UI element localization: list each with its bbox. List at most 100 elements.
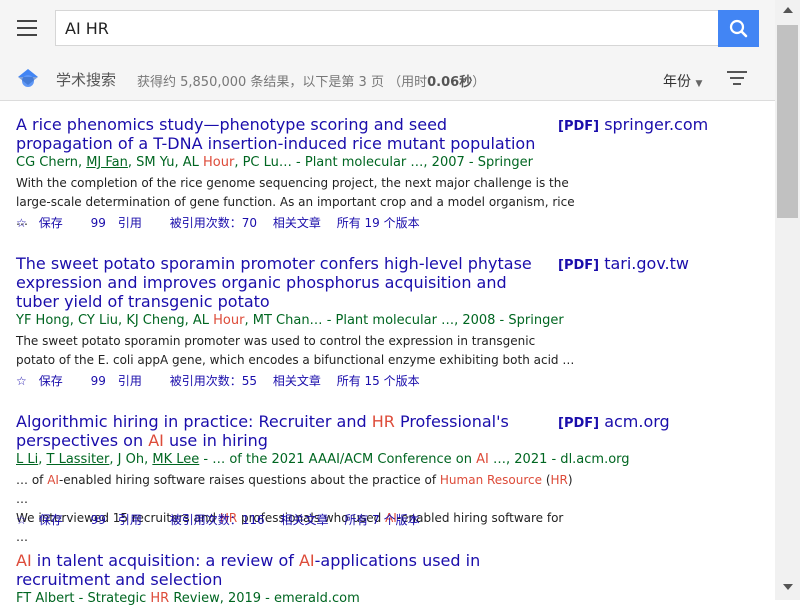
- snippet-line: potato of the E. coli appA gene, which e…: [16, 353, 575, 367]
- search-button[interactable]: [718, 10, 759, 47]
- all-versions-link[interactable]: 所有 19 个版本: [337, 216, 420, 230]
- time-open: （用时: [388, 75, 428, 90]
- scroll-up-arrow-icon[interactable]: [783, 7, 793, 13]
- related-articles-link[interactable]: 相关文章: [273, 374, 321, 388]
- cited-by-link[interactable]: 被引用次数：70: [170, 216, 257, 230]
- snippet-text: … of: [16, 473, 48, 487]
- snippet-line: … of AI-enabled hiring software raises q…: [16, 471, 576, 509]
- authors-text: ,: [38, 452, 47, 467]
- result-title-link[interactable]: AI in talent acquisition: a review of AI…: [16, 551, 548, 589]
- author-link[interactable]: MK Lee: [152, 452, 199, 467]
- title-highlight: AI: [148, 431, 164, 450]
- save-label: 保存: [38, 513, 63, 527]
- scholar-brand[interactable]: 学术搜索: [56, 69, 116, 90]
- snippet-highlight: AI: [47, 473, 59, 487]
- author-link[interactable]: T Lassiter: [47, 452, 110, 467]
- cite-link[interactable]: 99 引用: [91, 216, 154, 230]
- result-title-link[interactable]: The sweet potato sporamin promoter confe…: [16, 254, 548, 311]
- results-header: 学术搜索 获得约 5,850,000 条结果，以下是第 3 页 （用时0.06秒…: [0, 58, 775, 101]
- quote-icon: 99: [90, 216, 106, 230]
- stats-text: 获得约 5,850,000 条结果，以下是第 3 页: [137, 75, 384, 90]
- authors-text: YF Hong, CY Liu, KJ Cheng, AL: [16, 313, 214, 328]
- star-icon: ☆: [16, 513, 27, 527]
- title-highlight: AI: [16, 551, 32, 570]
- title-text: Algorithmic hiring in practice: Recruite…: [16, 412, 372, 431]
- result-authors: CG Chern, MJ Fan, SM Yu, AL Hour, PC Lu……: [16, 155, 533, 171]
- quote-icon: 99: [90, 374, 106, 388]
- result-authors: YF Hong, CY Liu, KJ Cheng, AL Hour, MT C…: [16, 313, 564, 329]
- title-text: use in hiring: [163, 431, 268, 450]
- snippet-line: The sweet potato sporamin promoter was u…: [16, 334, 536, 348]
- cite-link[interactable]: 99 引用: [91, 513, 154, 527]
- cite-link[interactable]: 99 引用: [91, 374, 154, 388]
- save-label: 保存: [38, 216, 63, 230]
- pdf-tag: [PDF]: [558, 258, 600, 273]
- snippet-highlight: HR: [550, 473, 568, 487]
- authors-text: - … of the 2021 AAAI/ACM Conference on: [199, 452, 477, 467]
- save-link[interactable]: ☆ 保存: [16, 513, 75, 527]
- scrollbar[interactable]: [775, 0, 800, 600]
- search-icon: [729, 19, 748, 38]
- top-bar: AI HR: [0, 0, 775, 58]
- authors-highlight: Hour: [213, 313, 245, 328]
- pdf-link[interactable]: [PDF] tari.gov.tw: [558, 254, 689, 275]
- result-authors: FT Albert - Strategic HR Review, 2019 - …: [16, 591, 360, 607]
- save-link[interactable]: ☆ 保存: [16, 374, 75, 388]
- cite-label: 引用: [117, 374, 142, 388]
- cited-by-link[interactable]: 被引用次数：116: [170, 513, 265, 527]
- related-articles-link[interactable]: 相关文章: [280, 513, 328, 527]
- star-icon: ☆: [16, 216, 27, 230]
- authors-text: FT Albert - Strategic: [16, 591, 151, 606]
- quote-icon: 99: [90, 513, 106, 527]
- authors-highlight: Hour: [203, 155, 235, 170]
- snippet-highlight: Human Resource: [439, 473, 543, 487]
- menu-icon[interactable]: [17, 20, 37, 36]
- time-value: 0.06秒: [427, 75, 473, 90]
- authors-highlight: HR: [150, 591, 170, 606]
- related-articles-link[interactable]: 相关文章: [273, 216, 321, 230]
- authors-text: , SM Yu, AL: [127, 155, 203, 170]
- authors-highlight: AI: [476, 452, 489, 467]
- title-highlight: HR: [371, 412, 395, 431]
- authors-text: , PC Lu… - Plant molecular …, 2007 - Spr…: [234, 155, 534, 170]
- title-highlight: AI: [298, 551, 315, 570]
- cite-label: 引用: [117, 513, 142, 527]
- result-snippet: The sweet potato sporamin promoter was u…: [16, 332, 576, 370]
- all-versions-link[interactable]: 所有 15 个版本: [337, 374, 420, 388]
- pdf-link[interactable]: [PDF] springer.com: [558, 115, 708, 136]
- result-actions: ☆ 保存 99 引用 被引用次数：116 相关文章 所有 7 个版本: [16, 512, 432, 528]
- pdf-tag: [PDF]: [558, 416, 600, 431]
- title-text: in talent acquisition: a review of: [31, 551, 299, 570]
- authors-text: Review, 2019 - emerald.com: [169, 591, 360, 606]
- cite-label: 引用: [117, 216, 142, 230]
- year-label: 年份: [663, 74, 691, 90]
- time-close: ）: [472, 75, 486, 90]
- result-actions: ☆ 保存 99 引用 被引用次数：70 相关文章 所有 19 个版本: [16, 215, 432, 231]
- pdf-source: springer.com: [604, 115, 709, 134]
- save-link[interactable]: ☆ 保存: [16, 216, 75, 230]
- scholar-logo-icon[interactable]: [17, 68, 39, 88]
- snippet-text: -enabled hiring software raises question…: [58, 473, 440, 487]
- authors-text: , J Oh,: [109, 452, 153, 467]
- pdf-source: tari.gov.tw: [604, 254, 689, 273]
- all-versions-link[interactable]: 所有 7 个版本: [344, 513, 419, 527]
- author-link[interactable]: MJ Fan: [86, 155, 128, 170]
- author-link[interactable]: L Li: [16, 452, 38, 467]
- result-title-link[interactable]: Algorithmic hiring in practice: Recruite…: [16, 412, 548, 450]
- snippet-text: (: [542, 473, 551, 487]
- authors-text: …, 2021 - dl.acm.org: [488, 452, 630, 467]
- search-input[interactable]: AI HR: [55, 10, 718, 46]
- result-title-link[interactable]: A rice phenomics study—phenotype scoring…: [16, 115, 548, 153]
- cited-by-link[interactable]: 被引用次数：55: [170, 374, 257, 388]
- pdf-source: acm.org: [604, 412, 670, 431]
- star-icon: ☆: [16, 374, 27, 388]
- result-stats: 获得约 5,850,000 条结果，以下是第 3 页 （用时0.06秒）: [137, 71, 485, 90]
- filter-icon[interactable]: [727, 71, 747, 85]
- scroll-down-arrow-icon[interactable]: [783, 584, 793, 590]
- pdf-link[interactable]: [PDF] acm.org: [558, 412, 670, 433]
- year-filter-dropdown[interactable]: 年份 ▼: [663, 71, 702, 91]
- result-authors: L Li, T Lassiter, J Oh, MK Lee - … of th…: [16, 452, 630, 468]
- pdf-tag: [PDF]: [558, 119, 600, 134]
- snippet-line: With the completion of the rice genome s…: [16, 176, 569, 190]
- scrollbar-thumb[interactable]: [777, 25, 798, 218]
